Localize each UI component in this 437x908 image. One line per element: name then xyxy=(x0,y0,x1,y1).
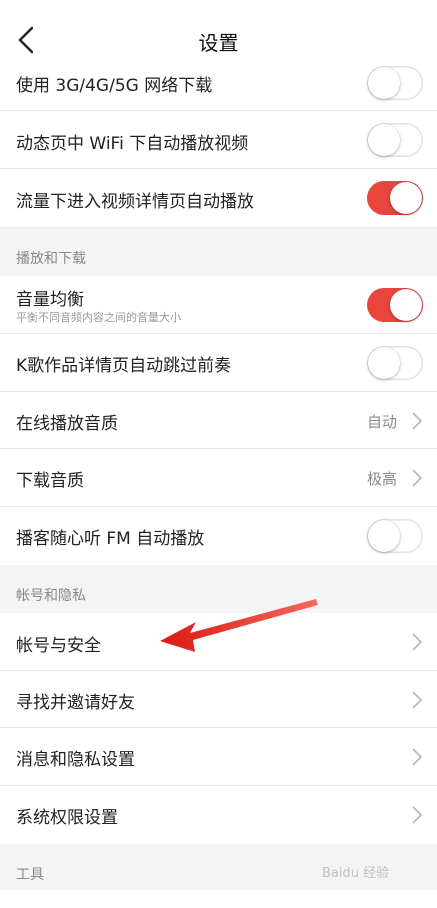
toggle-knob xyxy=(368,520,400,552)
setting-label: 下载音质 xyxy=(16,471,84,491)
setting-row-download-quality[interactable]: 下载音质 极高 xyxy=(0,449,437,507)
chevron-right-icon xyxy=(412,806,423,824)
setting-row-volume-balance[interactable]: 音量均衡 平衡不同音频内容之间的音量大小 xyxy=(0,276,437,334)
toggle-knob xyxy=(390,289,422,321)
setting-label: 音量均衡 xyxy=(16,290,84,310)
setting-row-skip-intro[interactable]: K歌作品详情页自动跳过前奏 xyxy=(0,334,437,392)
setting-row-mobile-download[interactable]: 使用 3G/4G/5G 网络下载 xyxy=(0,56,437,111)
toggle-knob xyxy=(390,182,422,214)
section-header-tools: 工具 xyxy=(16,867,44,883)
section-header-account: 帐号和隐私 xyxy=(16,588,86,604)
setting-label: K歌作品详情页自动跳过前奏 xyxy=(16,356,232,376)
toggle-knob xyxy=(368,124,400,156)
setting-row-system-permissions[interactable]: 系统权限设置 xyxy=(0,786,437,844)
setting-label: 动态页中 WiFi 下自动播放视频 xyxy=(16,134,249,154)
toggle-switch-off[interactable] xyxy=(367,66,423,100)
setting-row-cellular-video-autoplay[interactable]: 流量下进入视频详情页自动播放 xyxy=(0,169,437,228)
setting-value: 自动 xyxy=(366,413,397,431)
page-title: 设置 xyxy=(198,31,239,55)
section-header-playback: 播放和下载 xyxy=(16,251,86,267)
setting-value: 极高 xyxy=(366,470,397,488)
toggle-switch-off[interactable] xyxy=(367,123,423,157)
chevron-right-icon xyxy=(412,748,423,766)
chevron-right-icon xyxy=(412,633,423,651)
setting-row-wifi-autoplay[interactable]: 动态页中 WiFi 下自动播放视频 xyxy=(0,111,437,169)
chevron-right-icon xyxy=(412,469,423,487)
setting-label: 系统权限设置 xyxy=(16,808,118,828)
toggle-knob xyxy=(368,347,400,379)
toggle-knob xyxy=(368,67,400,99)
setting-row-online-quality[interactable]: 在线播放音质 自动 xyxy=(0,392,437,449)
setting-row-message-privacy[interactable]: 消息和隐私设置 xyxy=(0,728,437,786)
setting-label: 寻找并邀请好友 xyxy=(16,693,135,713)
setting-row-podcast-fm[interactable]: 播客随心听 FM 自动播放 xyxy=(0,507,437,565)
setting-description: 平衡不同音频内容之间的音量大小 xyxy=(16,311,181,324)
setting-row-partial xyxy=(0,890,437,908)
setting-label: 消息和隐私设置 xyxy=(16,750,135,770)
setting-row-account-security[interactable]: 帐号与安全 xyxy=(0,613,437,671)
toggle-switch-off[interactable] xyxy=(367,519,423,553)
chevron-right-icon xyxy=(412,691,423,709)
watermark-logo: Baidu 经验 xyxy=(322,866,390,881)
setting-label: 帐号与安全 xyxy=(16,636,101,656)
setting-row-invite-friends[interactable]: 寻找并邀请好友 xyxy=(0,671,437,728)
setting-label: 流量下进入视频详情页自动播放 xyxy=(16,192,254,212)
toggle-switch-off[interactable] xyxy=(367,346,423,380)
toggle-switch-on[interactable] xyxy=(367,288,423,322)
setting-label: 在线播放音质 xyxy=(16,414,118,434)
setting-label: 播客随心听 FM 自动播放 xyxy=(16,529,205,549)
setting-label: 使用 3G/4G/5G 网络下载 xyxy=(16,76,213,96)
chevron-right-icon xyxy=(412,412,423,430)
toggle-switch-on[interactable] xyxy=(367,181,423,215)
